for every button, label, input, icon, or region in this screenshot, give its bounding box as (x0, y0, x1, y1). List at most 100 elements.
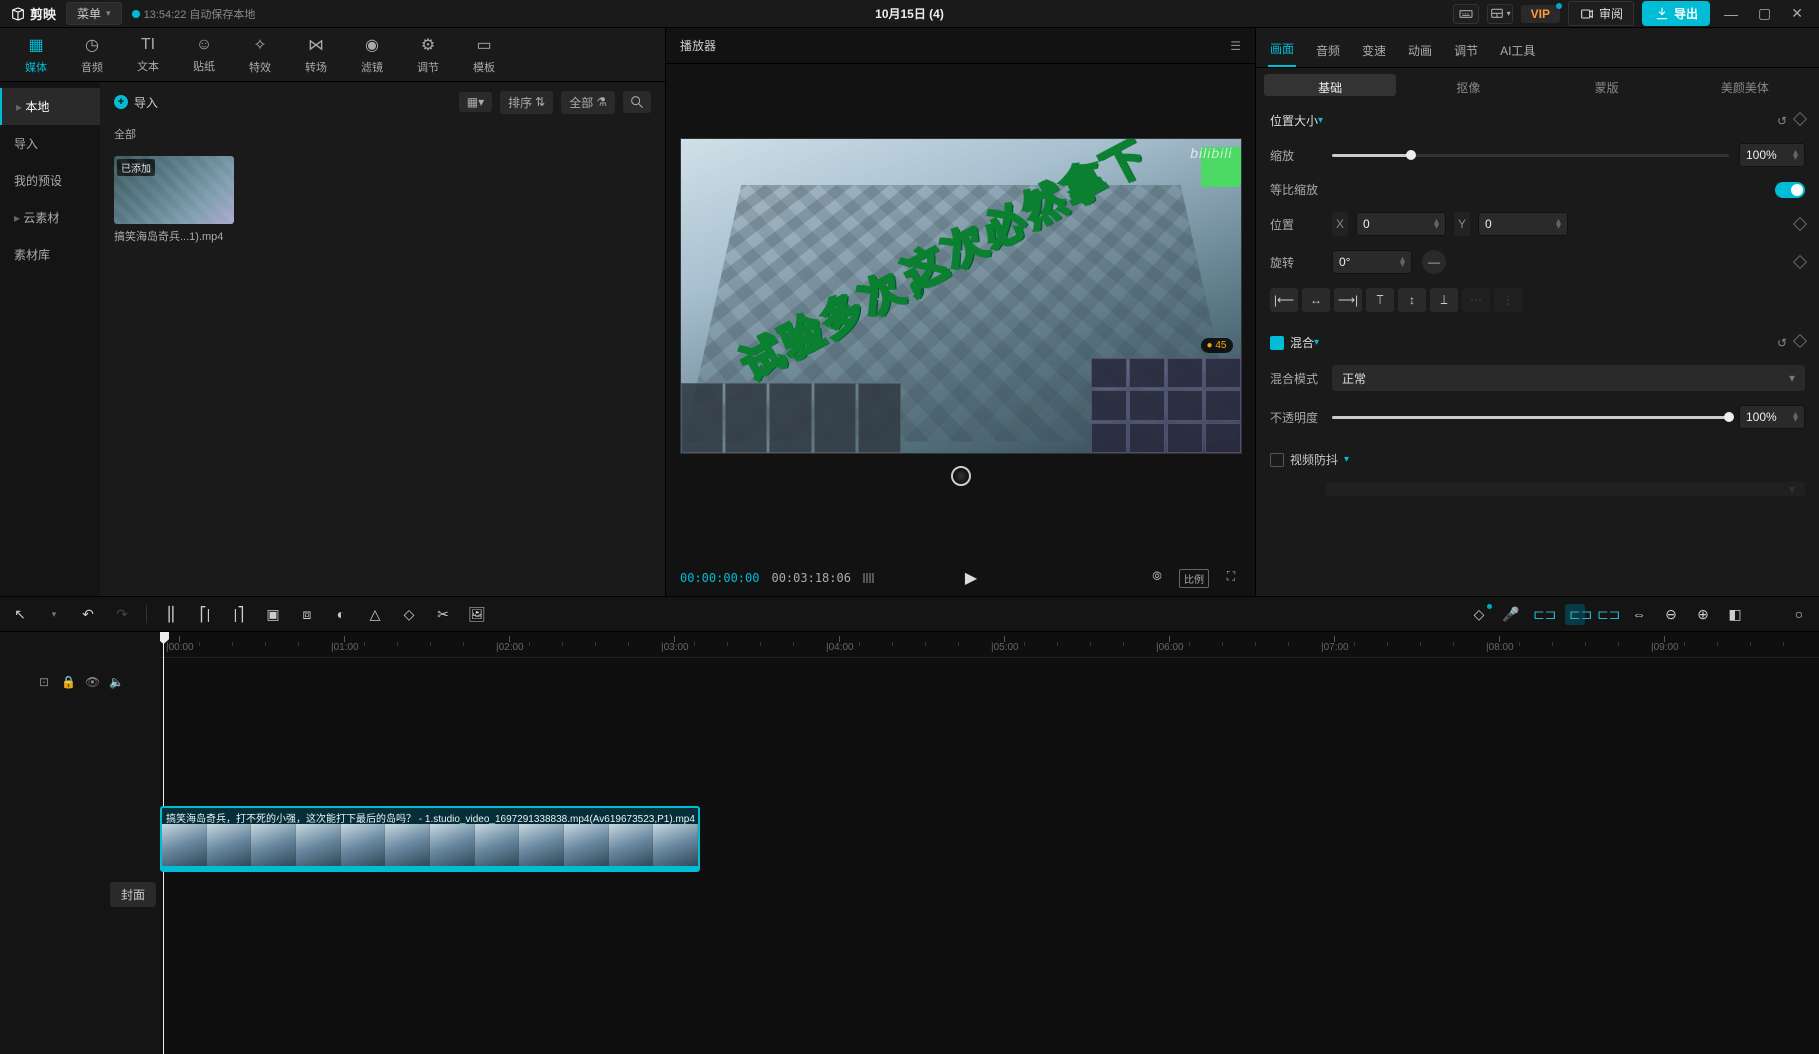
opacity-value[interactable]: 100%▴▾ (1739, 405, 1805, 429)
blend-checkbox[interactable] (1270, 336, 1284, 350)
menu-button[interactable]: 菜单▾ (66, 2, 122, 25)
tab-filter[interactable]: ◉滤镜 (344, 29, 400, 81)
track-lock-icon[interactable]: 🔒 (61, 675, 75, 689)
mirror-tool[interactable]: △ (365, 606, 385, 623)
cover-button[interactable]: 封面 (110, 882, 156, 907)
tab-adjust[interactable]: ⚙调节 (400, 29, 456, 81)
align-hcenter[interactable]: ↔ (1302, 288, 1330, 312)
reset-icon[interactable]: ↺ (1777, 114, 1787, 128)
rotation-value[interactable]: 0°▴▾ (1332, 250, 1412, 274)
sort-button[interactable]: 排序 ⇅ (500, 91, 553, 114)
insp-tab-anim[interactable]: 动画 (1406, 34, 1434, 67)
track-eye-icon[interactable]: 👁 (85, 675, 99, 689)
search-button[interactable] (623, 91, 651, 113)
preview-menu-icon[interactable]: ☰ (1230, 39, 1241, 53)
undo-button[interactable]: ↶ (78, 606, 98, 623)
subtab-basic[interactable]: 基础 (1264, 74, 1396, 96)
keyframe-icon[interactable] (1793, 255, 1807, 269)
media-item[interactable]: 已添加 搞笑海岛奇兵...1).mp4 (114, 156, 234, 244)
rotation-dial[interactable]: — (1422, 250, 1446, 274)
magnet-link[interactable]: ⊏⊐ (1565, 604, 1585, 625)
timecode-bars-icon[interactable] (863, 573, 874, 583)
timeline-ruler[interactable]: |00:00|01:00|02:00|03:00|04:00|05:00|06:… (160, 632, 1819, 658)
select-dropdown[interactable]: ▾ (44, 609, 64, 620)
crop2-tool[interactable]: ✂ (433, 606, 453, 623)
scale-slider[interactable] (1332, 154, 1729, 157)
reverse-tool[interactable]: ◐ (331, 606, 351, 622)
smart-tool[interactable]: 🖼 (467, 606, 487, 623)
video-canvas[interactable]: bilibili ● 45 试验多次， 这次必然拿下 (680, 138, 1242, 454)
play-button[interactable]: ▶ (965, 568, 977, 588)
keyboard-icon[interactable] (1453, 4, 1479, 24)
track-toggle-icon[interactable]: ⊡ (37, 675, 51, 689)
ratio-button[interactable]: 比例 (1179, 569, 1209, 588)
subtab-mask[interactable]: 蒙版 (1541, 74, 1673, 96)
auto-subtitle[interactable]: ◇ (1469, 606, 1489, 623)
subtab-beauty[interactable]: 美颜美体 (1679, 74, 1811, 96)
keyframe-icon[interactable] (1793, 333, 1807, 347)
review-button[interactable]: 审阅 (1568, 1, 1634, 26)
timeline-fit[interactable]: ◧ (1725, 606, 1745, 623)
nav-library[interactable]: 素材库 (0, 236, 100, 273)
timeline-mode[interactable]: ⇔ (1629, 606, 1649, 622)
safe-zone-icon[interactable]: ⦾ (1147, 569, 1167, 588)
opacity-slider[interactable] (1332, 416, 1729, 419)
track-mute-icon[interactable]: 🔈 (109, 675, 123, 689)
video-clip[interactable]: 搞笑海岛奇兵，打不死的小强，这次能打下最后的岛吗？ - 1.studio_vid… (160, 806, 700, 872)
tab-text[interactable]: TI文本 (120, 30, 176, 80)
insp-tab-ai[interactable]: AI工具 (1498, 34, 1537, 67)
vip-button[interactable]: VIP (1521, 5, 1560, 23)
nav-cloud[interactable]: 云素材 (0, 199, 100, 236)
view-grid-button[interactable]: ▦▾ (459, 92, 492, 112)
stabilize-select[interactable]: ▾ (1326, 482, 1805, 496)
uniform-toggle[interactable] (1775, 182, 1805, 198)
tab-transition[interactable]: ⋈转场 (288, 29, 344, 81)
tab-audio[interactable]: ◷音频 (64, 29, 120, 81)
layout-icon[interactable]: ▾ (1487, 4, 1513, 24)
insp-tab-speed[interactable]: 变速 (1360, 34, 1388, 67)
magnet-preview[interactable]: ⊏⊐ (1597, 606, 1617, 623)
subtab-cutout[interactable]: 抠像 (1402, 74, 1534, 96)
tab-sticker[interactable]: ☺贴纸 (176, 30, 232, 80)
timeline-zoom-out[interactable]: ⊖ (1661, 606, 1681, 623)
align-vcenter[interactable]: ↕ (1398, 288, 1426, 312)
nav-presets[interactable]: 我的预设 (0, 162, 100, 199)
mic-icon[interactable]: 🎤 (1501, 606, 1521, 623)
freeze-tool[interactable]: ⧈ (297, 606, 317, 623)
timeline-zoom-in[interactable]: ⊕ (1693, 606, 1713, 623)
tab-effect[interactable]: ✧特效 (232, 29, 288, 81)
keyframe-icon[interactable] (1793, 111, 1807, 125)
split-right[interactable]: |⎤ (229, 606, 249, 623)
scale-value[interactable]: 100%▴▾ (1739, 143, 1805, 167)
rotate-tool[interactable]: ◇ (399, 606, 419, 623)
insp-tab-adjust[interactable]: 调节 (1452, 34, 1480, 67)
select-tool[interactable]: ↖ (10, 606, 30, 623)
split-tool[interactable]: ⎥⎢ (161, 606, 181, 623)
insp-tab-video[interactable]: 画面 (1268, 32, 1296, 67)
close-button[interactable]: ✕ (1785, 5, 1809, 22)
tab-media[interactable]: ▦媒体 (8, 29, 64, 81)
timeline-settings[interactable]: ○ (1789, 606, 1809, 622)
fullscreen-icon[interactable]: ⛶ (1221, 569, 1241, 588)
reset-icon[interactable]: ↺ (1777, 336, 1787, 350)
align-top[interactable]: ⟙ (1366, 288, 1394, 312)
import-button[interactable]: +导入 (114, 94, 158, 111)
keyframe-icon[interactable] (1793, 217, 1807, 231)
blendmode-select[interactable]: 正常▾ (1332, 365, 1805, 391)
align-left[interactable]: |⟵ (1270, 288, 1298, 312)
insp-tab-audio[interactable]: 音频 (1314, 34, 1342, 67)
pos-x-value[interactable]: 0▴▾ (1356, 212, 1446, 236)
filter-all-button[interactable]: 全部 ⚗ (561, 91, 615, 114)
pos-y-value[interactable]: 0▴▾ (1478, 212, 1568, 236)
split-left[interactable]: ⎡| (195, 606, 215, 623)
export-button[interactable]: 导出 (1642, 1, 1710, 26)
stabilize-checkbox[interactable] (1270, 453, 1284, 467)
transform-handle[interactable] (951, 466, 971, 486)
timeline-tracks[interactable]: |00:00|01:00|02:00|03:00|04:00|05:00|06:… (160, 632, 1819, 1054)
magnet-main[interactable]: ⊏⊐ (1533, 606, 1553, 623)
nav-import[interactable]: 导入 (0, 125, 100, 162)
align-right[interactable]: ⟶| (1334, 288, 1362, 312)
tab-template[interactable]: ▭模板 (456, 29, 512, 81)
align-bottom[interactable]: ⟘ (1430, 288, 1458, 312)
crop-tool[interactable]: ▣ (263, 606, 283, 623)
